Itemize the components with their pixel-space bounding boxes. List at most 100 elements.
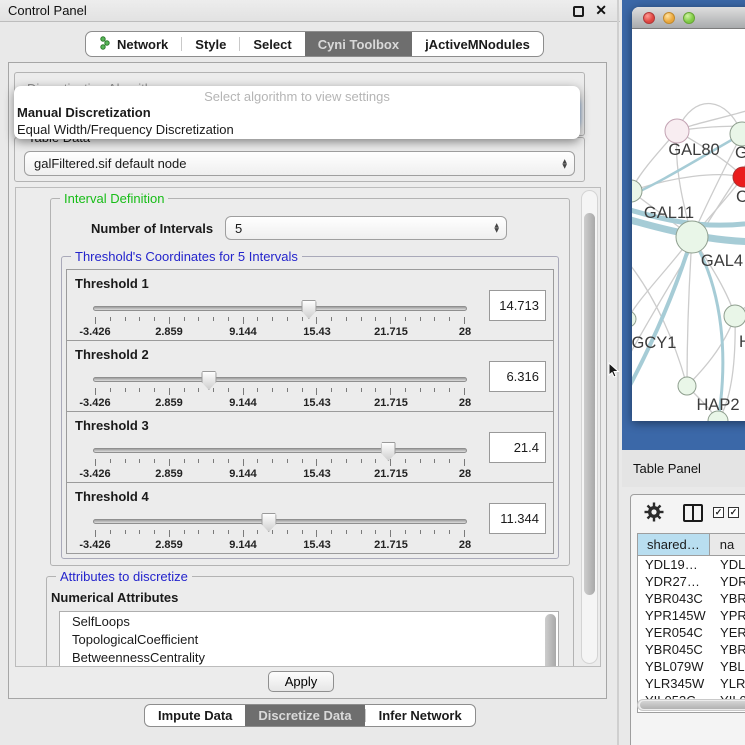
network-canvas[interactable]: GAL80 GA C GAL11 GAL4 GCY1 H HAP2	[632, 29, 745, 421]
table-row[interactable]: YDR27…YDR2	[638, 573, 745, 590]
threshold-row: Threshold 1 -3.4262.8599.14415.4321.7152…	[66, 269, 554, 341]
node-label: GAL4	[701, 252, 743, 270]
minimize-traffic-light-icon[interactable]	[663, 12, 675, 24]
mouse-cursor	[608, 362, 620, 382]
table-row[interactable]: YBL079WYBL0	[638, 658, 745, 675]
threshold-value-field[interactable]: 14.713	[489, 290, 546, 321]
dropdown-option-equal-width[interactable]: Equal Width/Frequency Discretization	[17, 122, 234, 137]
scrollbar-thumb[interactable]	[584, 213, 595, 595]
table-row[interactable]: YBR045CYBR0	[638, 641, 745, 658]
table-panel: ✓ ✓ shared… na YDL19…YDL1YDR27…YDR2YBR04…	[630, 494, 745, 745]
tab-infer-network[interactable]: Infer Network	[366, 705, 475, 726]
threshold-slider[interactable]: -3.4262.8599.14415.4321.71528	[93, 444, 467, 478]
scrollbar-thumb[interactable]	[640, 701, 745, 709]
network-node[interactable]	[632, 311, 636, 327]
slider-track[interactable]	[93, 377, 467, 382]
threshold-list: Threshold 1 -3.4262.8599.14415.4321.7152…	[62, 269, 558, 554]
table-header-row: shared… na	[638, 534, 745, 556]
node-label: GAL80	[668, 141, 719, 159]
network-node[interactable]	[724, 305, 745, 327]
table-row[interactable]: YPR145WYPR1	[638, 607, 745, 624]
threshold-value-field[interactable]: 6.316	[489, 361, 546, 392]
tab-network[interactable]: Network	[86, 32, 181, 56]
slider-ticks	[95, 530, 465, 538]
slider-track[interactable]	[93, 448, 467, 453]
zoom-traffic-light-icon[interactable]	[683, 12, 695, 24]
float-window-icon[interactable]	[573, 6, 584, 17]
tab-impute-data[interactable]: Impute Data	[145, 705, 245, 726]
columns-icon[interactable]	[683, 504, 703, 522]
tab-discretize-data[interactable]: Discretize Data	[245, 705, 364, 726]
network-view-window: GAL80 GA C GAL11 GAL4 GCY1 H HAP2	[632, 7, 745, 421]
table-row[interactable]: YDL19…YDL1	[638, 556, 745, 573]
slider-scale: -3.4262.8599.14415.4321.71528	[95, 397, 465, 409]
dropdown-option-manual[interactable]: Manual Discretization	[17, 105, 151, 120]
checkbox-icon[interactable]: ✓	[728, 507, 739, 518]
thresholds-groupbox: Threshold's Coordinates for 5 Intervals …	[61, 256, 559, 559]
number-of-intervals-value: 5	[235, 217, 242, 239]
settings-vertical-scrollbar[interactable]	[581, 190, 598, 664]
apply-button[interactable]: Apply	[268, 671, 334, 692]
list-scrollbar[interactable]	[545, 614, 556, 667]
slider-scale: -3.4262.8599.14415.4321.71528	[95, 326, 465, 338]
column-header-name[interactable]: na	[710, 534, 745, 555]
list-item[interactable]: BetweennessCentrality	[60, 648, 558, 666]
threshold-value-field[interactable]: 21.4	[489, 432, 546, 463]
tab-jactivemnodules[interactable]: jActiveMNodules	[412, 32, 543, 56]
tab-select[interactable]: Select	[240, 32, 304, 56]
threshold-value-field[interactable]: 11.344	[489, 503, 546, 534]
network-node[interactable]	[676, 221, 708, 253]
table-row[interactable]: YLR345WYLR3	[638, 675, 745, 692]
table-data-groupbox: Table Data galFiltered.sif default node …	[14, 137, 585, 182]
list-item[interactable]: TopologicalCoefficient	[60, 630, 558, 648]
table-data-combobox[interactable]: galFiltered.sif default node ▲▼	[24, 151, 575, 176]
numerical-attributes-list[interactable]: SelfLoopsTopologicalCoefficientBetweenne…	[59, 611, 559, 667]
tab-cyni-toolbox[interactable]: Cyni Toolbox	[305, 32, 412, 56]
network-node[interactable]	[665, 119, 689, 143]
network-window-titlebar	[632, 7, 745, 29]
numerical-attributes-title: Numerical Attributes	[51, 590, 178, 605]
spinner-arrows-icon: ▲▼	[562, 159, 567, 169]
node-label: GCY1	[632, 334, 676, 352]
list-item[interactable]: SelfLoops	[60, 612, 558, 630]
tab-style[interactable]: Style	[182, 32, 239, 56]
checkbox-icon[interactable]: ✓	[713, 507, 724, 518]
number-of-intervals-combobox[interactable]: 5 ▲▼	[225, 216, 507, 240]
interval-definition-label: Interval Definition	[60, 191, 168, 206]
table-row[interactable]: YER054CYER0	[638, 624, 745, 641]
threshold-slider[interactable]: -3.4262.8599.14415.4321.71528	[93, 302, 467, 336]
tab-label: jActiveMNodules	[425, 37, 530, 52]
table-panel-title: Table Panel	[633, 461, 701, 476]
tab-label: Select	[253, 37, 291, 52]
table-row[interactable]: YBR043CYBR0	[638, 590, 745, 607]
bottom-tabs: Impute Data Discretize Data Infer Networ…	[144, 704, 476, 727]
control-panel-tabs: Network Style Select Cyni Toolbox jActiv…	[85, 31, 544, 57]
node-label: GAL11	[644, 204, 694, 222]
slider-ticks	[95, 388, 465, 396]
slider-ticks	[95, 459, 465, 467]
network-node[interactable]	[678, 377, 696, 395]
column-header-shared-name[interactable]: shared…	[638, 534, 710, 555]
control-panel-titlebar: Control Panel ✕	[0, 0, 620, 22]
slider-track[interactable]	[93, 519, 467, 524]
network-desktop: GAL80 GA C GAL11 GAL4 GCY1 H HAP2	[622, 0, 745, 450]
node-label: HAP2	[696, 396, 739, 414]
tab-label: Network	[117, 37, 168, 52]
threshold-label: Threshold 4	[75, 489, 149, 504]
close-icon[interactable]: ✕	[595, 2, 607, 19]
threshold-row: Threshold 3 -3.4262.8599.14415.4321.7152…	[66, 411, 554, 483]
threshold-slider[interactable]: -3.4262.8599.14415.4321.71528	[93, 373, 467, 407]
table-horizontal-scrollbar[interactable]	[637, 699, 745, 711]
threshold-slider[interactable]: -3.4262.8599.14415.4321.71528	[93, 515, 467, 549]
dropdown-placeholder-option[interactable]: Select algorithm to view settings	[14, 89, 580, 104]
threshold-row: Threshold 2 -3.4262.8599.14415.4321.7152…	[66, 340, 554, 412]
slider-track[interactable]	[93, 306, 467, 311]
settings-scroll-area: Interval Definition Number of Intervals …	[15, 187, 601, 667]
gear-icon[interactable]	[644, 502, 664, 525]
threshold-row: Threshold 4 -3.4262.8599.14415.4321.7152…	[66, 482, 554, 554]
network-icon	[99, 36, 111, 53]
interval-definition-groupbox: Interval Definition Number of Intervals …	[50, 198, 570, 566]
close-traffic-light-icon[interactable]	[643, 12, 655, 24]
table-data-value: galFiltered.sif default node	[34, 152, 186, 175]
node-attribute-table: shared… na YDL19…YDL1YDR27…YDR2YBR043CYB…	[637, 533, 745, 713]
